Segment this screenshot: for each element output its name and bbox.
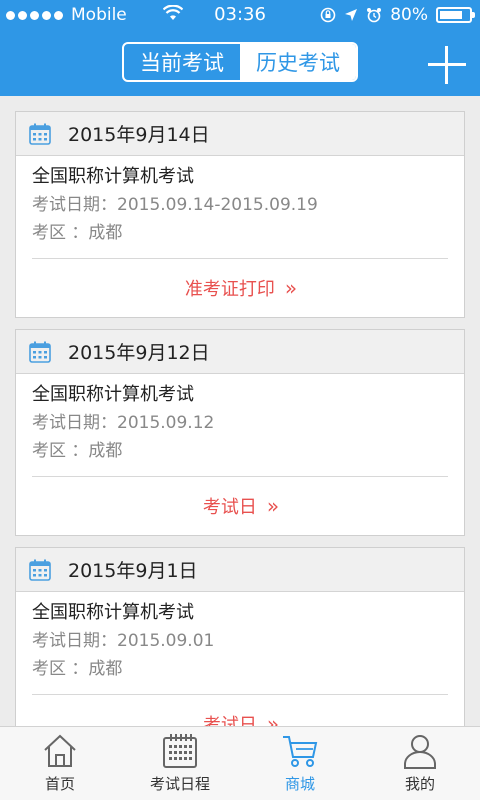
exam-day-button[interactable]: 考试日 » [16, 695, 464, 726]
app-header: Mobile 03:36 80% 当前考试 历史考试 [0, 0, 480, 96]
exam-card: 2015年9月14日 全国职称计算机考试 考试日期：2015.09.14-201… [15, 111, 465, 318]
tab-label: 我的 [404, 775, 435, 793]
exam-dates: 考试日期：2015.09.01 [32, 631, 215, 651]
action-label: 准考证打印 [184, 279, 275, 300]
exam-card: 2015年9月1日 全国职称计算机考试 考试日期：2015.09.01 考区 ：… [15, 547, 465, 726]
tab-label: 考试日程 [149, 775, 210, 793]
admission-ticket-print-button[interactable]: 准考证打印 » [16, 259, 464, 317]
exam-date-heading: 2015年9月1日 [68, 560, 198, 582]
double-chevron-right-icon: » [266, 712, 279, 726]
home-icon [44, 734, 76, 767]
exam-dates: 考试日期：2015.09.12 [32, 413, 215, 433]
rotation-lock-icon [320, 7, 336, 23]
tab-label: 首页 [44, 775, 75, 793]
exam-day-button[interactable]: 考试日 » [16, 477, 464, 535]
calendar-icon [29, 559, 51, 581]
alarm-icon [367, 8, 382, 23]
tab-mine[interactable]: 我的 [360, 727, 480, 800]
tab-label: 商城 [284, 775, 315, 793]
exam-date-heading: 2015年9月12日 [68, 342, 210, 364]
location-icon [345, 9, 358, 21]
calendar-icon [29, 341, 51, 363]
calendar-icon [29, 123, 51, 145]
user-icon [404, 735, 436, 769]
exam-card-header: 2015年9月12日 [16, 330, 464, 374]
tab-home[interactable]: 首页 [0, 727, 120, 800]
exam-name: 全国职称计算机考试 [32, 602, 194, 623]
exam-name: 全国职称计算机考试 [32, 384, 194, 405]
exam-list[interactable]: 2015年9月14日 全国职称计算机考试 考试日期：2015.09.14-201… [0, 96, 480, 726]
add-exam-button[interactable] [428, 46, 466, 84]
exam-card-header: 2015年9月1日 [16, 548, 464, 592]
exam-region: 考区 ：成都 [32, 223, 123, 243]
cart-icon [283, 736, 318, 767]
tab-history-exams[interactable]: 历史考试 [240, 44, 356, 80]
battery-icon [436, 7, 475, 23]
tab-shop[interactable]: 商城 [240, 727, 360, 800]
exam-tab-switch: 当前考试 历史考试 [122, 42, 358, 82]
calendar-icon [163, 734, 197, 768]
exam-name: 全国职称计算机考试 [32, 166, 194, 187]
exam-card: 2015年9月12日 全国职称计算机考试 考试日期：2015.09.12 考区 … [15, 329, 465, 536]
battery-percent: 80% [390, 5, 428, 25]
tab-exam-schedule[interactable]: 考试日程 [120, 727, 240, 800]
exam-dates: 考试日期：2015.09.14-2015.09.19 [32, 195, 318, 215]
exam-card-header: 2015年9月14日 [16, 112, 464, 156]
exam-region: 考区 ：成都 [32, 441, 123, 461]
status-bar: Mobile 03:36 80% [0, 0, 480, 30]
tab-current-exams[interactable]: 当前考试 [124, 44, 240, 80]
action-label: 考试日 [202, 715, 257, 726]
double-chevron-right-icon: » [266, 494, 279, 518]
action-label: 考试日 [202, 497, 257, 518]
double-chevron-right-icon: » [284, 276, 297, 300]
bottom-tab-bar: 首页 考试日程 商城 我的 [0, 726, 480, 800]
exam-region: 考区 ：成都 [32, 659, 123, 679]
exam-date-heading: 2015年9月14日 [68, 124, 210, 146]
